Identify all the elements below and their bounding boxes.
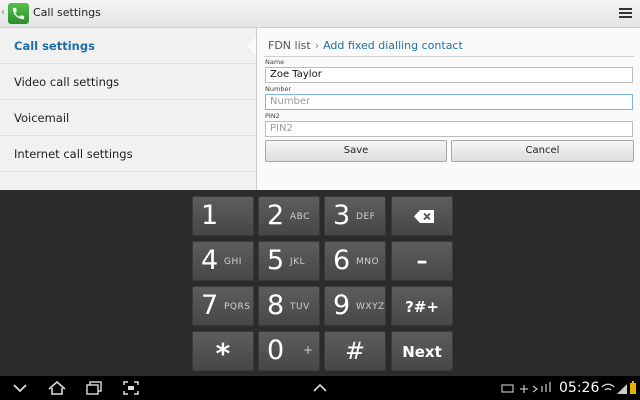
key-4-digit: 4	[201, 245, 219, 276]
key-8-digit: 8	[267, 290, 285, 321]
key-7-digit: 7	[201, 290, 219, 321]
pin2-placeholder: PIN2	[270, 123, 293, 134]
breadcrumb-fdn-list[interactable]: FDN list	[268, 39, 311, 52]
key-2[interactable]: 2 ABC	[258, 196, 320, 236]
number-field[interactable]: Number	[265, 94, 633, 110]
key-5[interactable]: 5 JKL	[258, 241, 320, 281]
key-6[interactable]: 6 MNO	[324, 241, 386, 281]
numeric-keypad: 1 2 ABC 3 DEF 4 GHI 5 JKL 6 MNO – 7 PQRS 8 TUV …	[0, 190, 640, 376]
key-7-letters: PQRS	[224, 302, 251, 312]
key-9-digit: 9	[333, 290, 351, 321]
save-button[interactable]: Save	[265, 140, 447, 162]
back-icon[interactable]: ‹	[1, 7, 5, 18]
number-label: Number	[265, 85, 292, 93]
star-key-label: *	[215, 337, 231, 370]
symbols-key-label: ?#+	[405, 298, 439, 316]
key-5-digit: 5	[267, 245, 285, 276]
key-3[interactable]: 3 DEF	[324, 196, 386, 236]
pin2-label: PIN2	[265, 112, 280, 120]
key-6-digit: 6	[333, 245, 351, 276]
name-field[interactable]: Zoe Taylor	[265, 67, 633, 83]
page-title: Call settings	[33, 6, 101, 19]
key-7[interactable]: 7 PQRS	[192, 286, 254, 326]
key-2-digit: 2	[267, 200, 285, 231]
key-1[interactable]: 1	[192, 196, 254, 236]
system-navigation-bar: 05:26	[0, 376, 640, 400]
menu-icon[interactable]	[619, 8, 632, 20]
fdn-form-pane: FDN list › Add fixed dialling contact Name…	[256, 28, 640, 190]
key-9[interactable]: 9 WXYZ	[324, 286, 386, 326]
key-4[interactable]: 4 GHI	[192, 241, 254, 281]
breadcrumb: FDN list › Add fixed dialling contact	[268, 39, 463, 52]
status-icons	[601, 381, 636, 394]
sidebar-item-video-call-settings[interactable]: Video call settings	[0, 64, 256, 100]
cancel-button[interactable]: Cancel	[451, 140, 634, 162]
key-8[interactable]: 8 TUV	[258, 286, 320, 326]
key-4-letters: GHI	[224, 257, 242, 267]
key-2-letters: ABC	[290, 212, 310, 222]
key-3-digit: 3	[333, 200, 351, 231]
breadcrumb-separator: ›	[314, 39, 320, 52]
hash-key[interactable]: #	[324, 331, 386, 371]
minus-key[interactable]: –	[391, 241, 453, 281]
selection-pointer	[247, 37, 256, 55]
home-icon[interactable]	[47, 380, 67, 396]
star-key[interactable]: *	[192, 331, 254, 371]
chevron-up-icon[interactable]	[312, 380, 328, 396]
key-0-digit: 0	[267, 335, 285, 366]
name-label: Name	[265, 58, 285, 66]
minus-key-label: –	[416, 249, 428, 274]
key-6-letters: MNO	[356, 257, 380, 267]
breadcrumb-divider	[264, 56, 634, 57]
sidebar-item-voicemail[interactable]: Voicemail	[0, 100, 256, 136]
key-0[interactable]: 0 +	[258, 331, 320, 371]
key-9-letters: WXYZ	[356, 302, 385, 312]
key-1-digit: 1	[201, 200, 219, 231]
key-8-letters: TUV	[290, 302, 310, 312]
number-placeholder: Number	[270, 96, 311, 107]
key-3-letters: DEF	[356, 212, 376, 222]
key-5-letters: JKL	[290, 257, 306, 267]
symbols-key[interactable]: ?#+	[391, 286, 453, 326]
title-bar: ‹ Call settings	[0, 0, 640, 28]
breadcrumb-current: Add fixed dialling contact	[323, 39, 463, 52]
hide-keyboard-icon[interactable]	[12, 380, 28, 396]
backspace-icon	[414, 210, 434, 223]
notification-icons	[501, 382, 551, 393]
phone-icon[interactable]	[8, 3, 29, 24]
recent-apps-icon[interactable]	[85, 380, 103, 396]
screenshot-icon[interactable]	[122, 380, 140, 396]
sidebar-item-call-settings[interactable]: Call settings	[0, 28, 256, 64]
settings-sidebar: Call settings Video call settings Voicem…	[0, 28, 256, 190]
status-clock: 05:26	[559, 380, 600, 396]
next-key[interactable]: Next	[391, 331, 453, 371]
key-0-plus: +	[303, 343, 314, 357]
sidebar-item-internet-call-settings[interactable]: Internet call settings	[0, 136, 256, 172]
next-key-label: Next	[402, 343, 442, 361]
hash-key-label: #	[344, 337, 366, 365]
pin2-field[interactable]: PIN2	[265, 121, 633, 137]
backspace-key[interactable]	[391, 196, 453, 236]
